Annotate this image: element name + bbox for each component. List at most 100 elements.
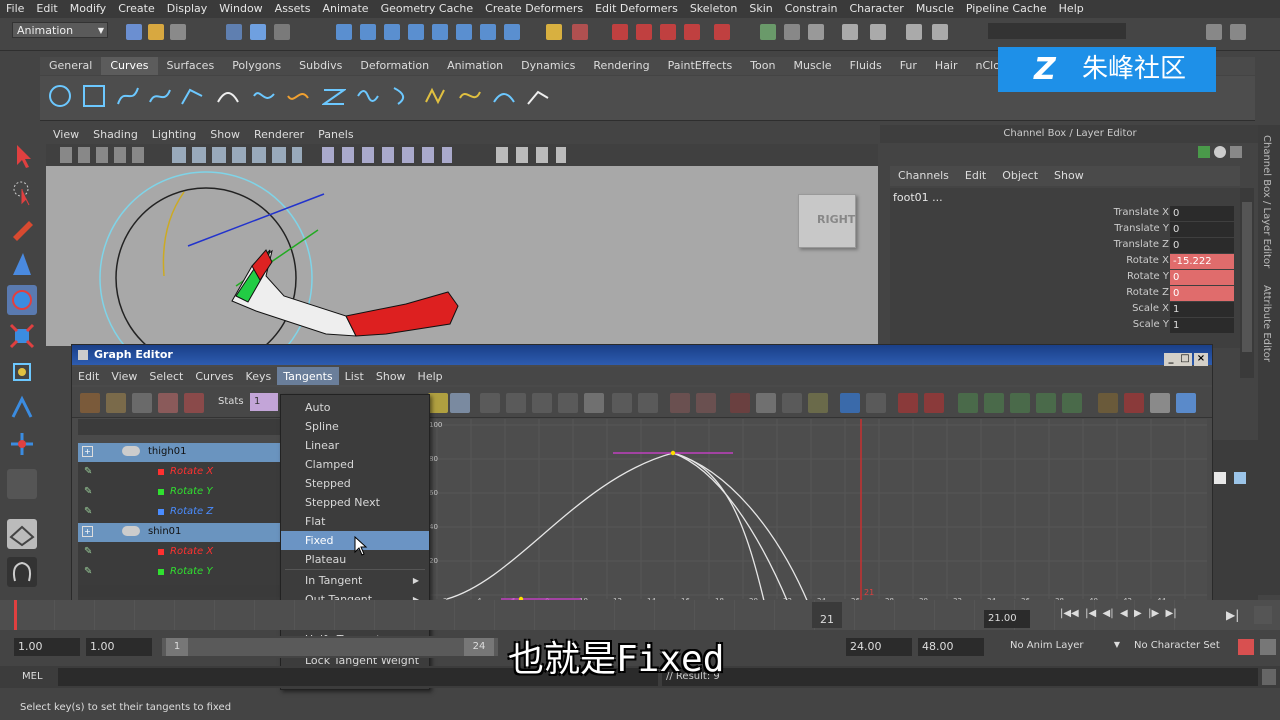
range-end-handle[interactable]: 24	[464, 638, 494, 656]
menu-assets[interactable]: Assets	[269, 0, 317, 15]
channel-row[interactable]: Rotate Z0	[890, 286, 1235, 302]
shelf-tab-animation[interactable]: Animation	[438, 57, 512, 75]
minimize-icon[interactable]: _	[1164, 353, 1178, 366]
menu-edit-deformers[interactable]: Edit Deformers	[589, 0, 684, 15]
shelf-tab-dynamics[interactable]: Dynamics	[512, 57, 584, 75]
channel-value-field[interactable]: 0	[1170, 206, 1234, 221]
rotate-tool-icon[interactable]	[7, 285, 37, 315]
shelf-tab-fur[interactable]: Fur	[891, 57, 926, 75]
menu-modify[interactable]: Modify	[64, 0, 112, 15]
swap-buffer-icon[interactable]	[450, 393, 470, 413]
channel-icon[interactable]	[1150, 393, 1170, 413]
menu-create[interactable]: Create	[112, 0, 161, 15]
menu-set-selector[interactable]: Animation ▼	[12, 22, 108, 38]
insert-knot-icon[interactable]	[322, 84, 346, 108]
outliner-scrollbar[interactable]	[78, 585, 280, 597]
new-scene-icon[interactable]	[126, 24, 142, 40]
free-weight-icon[interactable]	[730, 393, 750, 413]
normalize-icon[interactable]	[808, 393, 828, 413]
snap-point-icon[interactable]	[384, 24, 400, 40]
channel-row[interactable]: Rotate X -15.222	[890, 254, 1235, 270]
maximize-icon[interactable]: □	[1178, 353, 1192, 366]
channel-name[interactable]: Rotate X	[1126, 255, 1169, 266]
camera-tools-icons[interactable]	[60, 147, 150, 163]
playback-start-field[interactable]: 1.00	[86, 638, 152, 656]
buffer-curve-icon[interactable]	[428, 393, 448, 413]
playback-controls[interactable]: |◀◀ |◀ ◀| ◀ ▶ |▶ ▶|	[1060, 608, 1220, 626]
last-tool-slot[interactable]	[7, 469, 37, 499]
channel-row[interactable]: Scale X1	[890, 302, 1235, 318]
shelf-tab-painteffects[interactable]: PaintEffects	[659, 57, 742, 75]
value-snap-icon[interactable]	[924, 393, 944, 413]
open-scene-icon[interactable]	[148, 24, 164, 40]
tangent-option-clamped[interactable]: Clamped	[281, 455, 429, 474]
go-to-end-icon[interactable]: ▶|	[1226, 608, 1239, 622]
viewport-menu-shading[interactable]: Shading	[86, 125, 145, 141]
square-curve-icon[interactable]	[82, 84, 106, 108]
animation-preferences-icon[interactable]	[1260, 639, 1276, 655]
shelf-tab-fluids[interactable]: Fluids	[841, 57, 891, 75]
channel-box-layout-icons[interactable]	[1198, 146, 1248, 162]
playback-end-field[interactable]: 24.00	[846, 638, 912, 656]
range-bar[interactable]: 1 24	[162, 638, 498, 656]
channel-name[interactable]: Scale Y	[1133, 319, 1169, 330]
channel-row[interactable]: Scale Y1	[890, 318, 1235, 334]
tab-attribute-editor[interactable]: Attribute Editor	[1261, 285, 1272, 362]
isolate-curve-icon[interactable]	[782, 393, 802, 413]
cycle-offset-icon[interactable]	[1036, 393, 1056, 413]
hypershade-icon[interactable]	[684, 24, 700, 40]
channel-name[interactable]: Scale X	[1132, 303, 1169, 314]
isolate-tools-icons[interactable]	[496, 147, 566, 163]
quick-layout-icon[interactable]	[7, 557, 37, 587]
channel-menu-channels[interactable]: Channels	[890, 166, 957, 182]
cycle-icon[interactable]	[1010, 393, 1030, 413]
step-back-icon[interactable]: |◀	[1085, 608, 1096, 619]
time-ruler[interactable]	[14, 600, 1210, 630]
step-tangent-icon[interactable]	[612, 393, 632, 413]
shelf-tab-muscle[interactable]: Muscle	[784, 57, 840, 75]
range-start-handle[interactable]: 1	[166, 638, 188, 656]
outliner-attribute[interactable]: ✎ Rotate Y	[78, 483, 280, 502]
ep-curve-icon[interactable]	[148, 84, 172, 108]
fillet-curve-icon[interactable]	[492, 84, 516, 108]
linear-tangent-icon[interactable]	[558, 393, 578, 413]
attach-curves-icon[interactable]	[252, 84, 276, 108]
shelf-tab-deformation[interactable]: Deformation	[351, 57, 438, 75]
tangent-option-stepped[interactable]: Stepped	[281, 474, 429, 493]
graph-menu-select[interactable]: Select	[143, 367, 189, 385]
menu-skeleton[interactable]: Skeleton	[684, 0, 744, 15]
graph-menu-edit[interactable]: Edit	[72, 367, 105, 385]
channel-name[interactable]: Rotate Y	[1127, 271, 1169, 282]
graph-editor-titlebar[interactable]: Graph Editor _ □ ×	[72, 345, 1212, 366]
outliner-filter[interactable]	[78, 419, 280, 435]
channel-value-field[interactable]: 0	[1170, 238, 1234, 253]
new-layer-selected-icon[interactable]	[1234, 472, 1246, 484]
script-editor-button[interactable]	[1262, 669, 1276, 685]
channel-menu-edit[interactable]: Edit	[957, 166, 994, 182]
outliner-node[interactable]: + thigh01	[78, 443, 280, 462]
end-time-field[interactable]: 48.00	[918, 638, 984, 656]
render-view-icon[interactable]	[714, 24, 730, 40]
render-frame-icon[interactable]	[612, 24, 628, 40]
select-tool-icon[interactable]	[7, 141, 37, 171]
menu-geometry-cache[interactable]: Geometry Cache	[375, 0, 480, 15]
new-layer-icon[interactable]	[1214, 472, 1226, 484]
layout-icon[interactable]	[760, 24, 776, 40]
unify-tangent-icon[interactable]	[696, 393, 716, 413]
mel-label[interactable]: MEL	[22, 671, 43, 682]
layer-editor-icon[interactable]	[932, 24, 948, 40]
plateau-tangent-icon[interactable]	[638, 393, 658, 413]
ipr-render-icon[interactable]	[636, 24, 652, 40]
menu-display[interactable]: Display	[161, 0, 214, 15]
reverse-curve-icon[interactable]	[424, 84, 448, 108]
channel-value-field[interactable]: 0	[1170, 270, 1234, 285]
snap-view-icon[interactable]	[456, 24, 472, 40]
menu-animate[interactable]: Animate	[316, 0, 374, 15]
shelf-tab-rendering[interactable]: Rendering	[584, 57, 658, 75]
viewport-menu-panels[interactable]: Panels	[311, 125, 360, 141]
paint-select-tool-icon[interactable]	[7, 213, 37, 243]
step-back-key-icon[interactable]: ◀|	[1103, 608, 1114, 619]
script-editor-icon[interactable]	[808, 24, 824, 40]
auto-load-icon[interactable]	[840, 393, 860, 413]
channel-box-object-name[interactable]: foot01 ...	[893, 191, 943, 204]
